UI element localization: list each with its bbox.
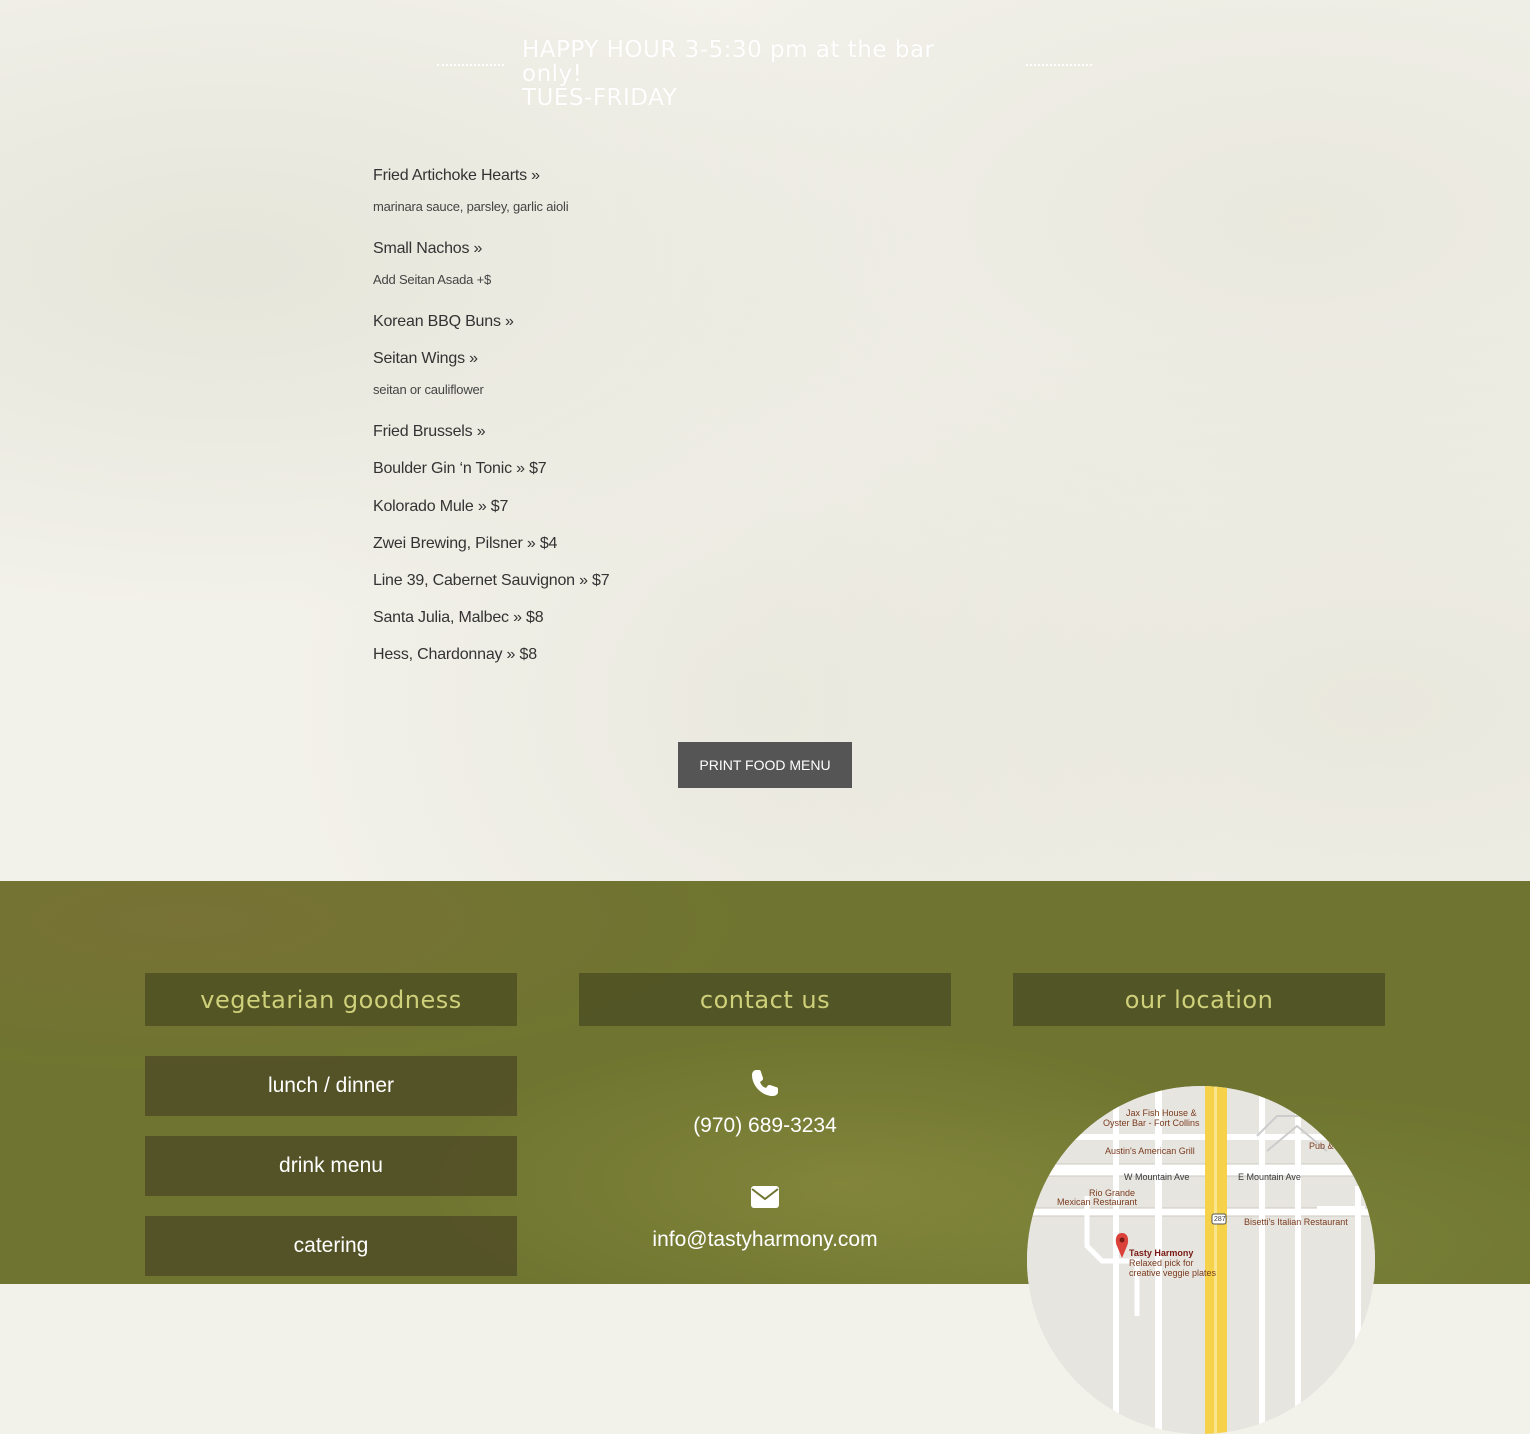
- happy-hour-title-upper: HAPPY HOUR 3-5:30: [522, 37, 763, 63]
- map-label: creative veggie plates: [1129, 1268, 1217, 1278]
- happy-hour-header: HAPPY HOUR 3-5:30 pm at the bar only! TU…: [437, 36, 1092, 110]
- phone-number-link[interactable]: (970) 689-3234: [579, 1114, 951, 1138]
- map-label: Oyster Bar - Fort Collins: [1103, 1118, 1200, 1128]
- map-label: Mexican Restaurant: [1057, 1197, 1138, 1207]
- map-label: E Mountain Ave: [1238, 1172, 1301, 1182]
- menu-item-description: seitan or cauliflower: [373, 382, 484, 397]
- menu-item[interactable]: Korean BBQ Buns »: [373, 313, 514, 331]
- map-label: Relaxed pick for: [1129, 1258, 1194, 1268]
- map-label: W Mountain Ave: [1124, 1172, 1190, 1182]
- dotted-divider-right: [1026, 64, 1092, 66]
- happy-hour-days: TUES-FRIDAY: [522, 85, 678, 111]
- map-label: Jax Fish House &: [1126, 1108, 1197, 1118]
- happy-hour-title: HAPPY HOUR 3-5:30 pm at the bar only! TU…: [522, 38, 1002, 110]
- menu-item[interactable]: Line 39, Cabernet Sauvignon » $7: [373, 572, 610, 590]
- menu-item-description: marinara sauce, parsley, garlic aioli: [373, 199, 569, 214]
- print-food-menu-button[interactable]: PRINT FOOD MENU: [678, 742, 852, 788]
- catering-button[interactable]: catering: [145, 1216, 517, 1276]
- menu-item[interactable]: Fried Brussels »: [373, 423, 486, 441]
- location-map[interactable]: Jax Fish House & Oyster Bar - Fort Colli…: [1027, 1086, 1375, 1434]
- menu-item[interactable]: Seitan Wings »: [373, 350, 478, 368]
- menu-item-description: Add Seitan Asada +$: [373, 272, 491, 287]
- menu-item[interactable]: Boulder Gin ‘n Tonic » $7: [373, 460, 547, 478]
- map-route-label: 287: [1214, 1216, 1226, 1223]
- our-location-heading: our location: [1013, 973, 1385, 1026]
- email-link[interactable]: info@tastyharmony.com: [579, 1228, 951, 1252]
- menu-item[interactable]: Hess, Chardonnay » $8: [373, 646, 537, 664]
- menu-section: HAPPY HOUR 3-5:30 pm at the bar only! TU…: [0, 0, 1530, 881]
- map-label: Bisetti's Italian Restaurant: [1244, 1217, 1348, 1227]
- map-label: Pub &: [1309, 1141, 1334, 1151]
- menu-item[interactable]: Fried Artichoke Hearts »: [373, 167, 540, 185]
- envelope-icon: [749, 1183, 781, 1215]
- map-label: Tasty Harmony: [1129, 1248, 1194, 1258]
- dotted-divider-left: [437, 64, 504, 66]
- menu-item[interactable]: Santa Julia, Malbec » $8: [373, 609, 544, 627]
- vegetarian-goodness-heading: vegetarian goodness: [145, 973, 517, 1026]
- lunch-dinner-button[interactable]: lunch / dinner: [145, 1056, 517, 1116]
- map-label: Coo: [1325, 1131, 1342, 1141]
- phone-icon: [749, 1067, 781, 1099]
- contact-us-heading: contact us: [579, 973, 951, 1026]
- menu-item[interactable]: Small Nachos »: [373, 240, 482, 258]
- map-roads: [1027, 1086, 1375, 1434]
- map-label: Austin's American Grill: [1105, 1146, 1195, 1156]
- menu-item[interactable]: Zwei Brewing, Pilsner » $4: [373, 535, 557, 553]
- menu-item[interactable]: Kolorado Mule » $7: [373, 498, 508, 516]
- drink-menu-button[interactable]: drink menu: [145, 1136, 517, 1196]
